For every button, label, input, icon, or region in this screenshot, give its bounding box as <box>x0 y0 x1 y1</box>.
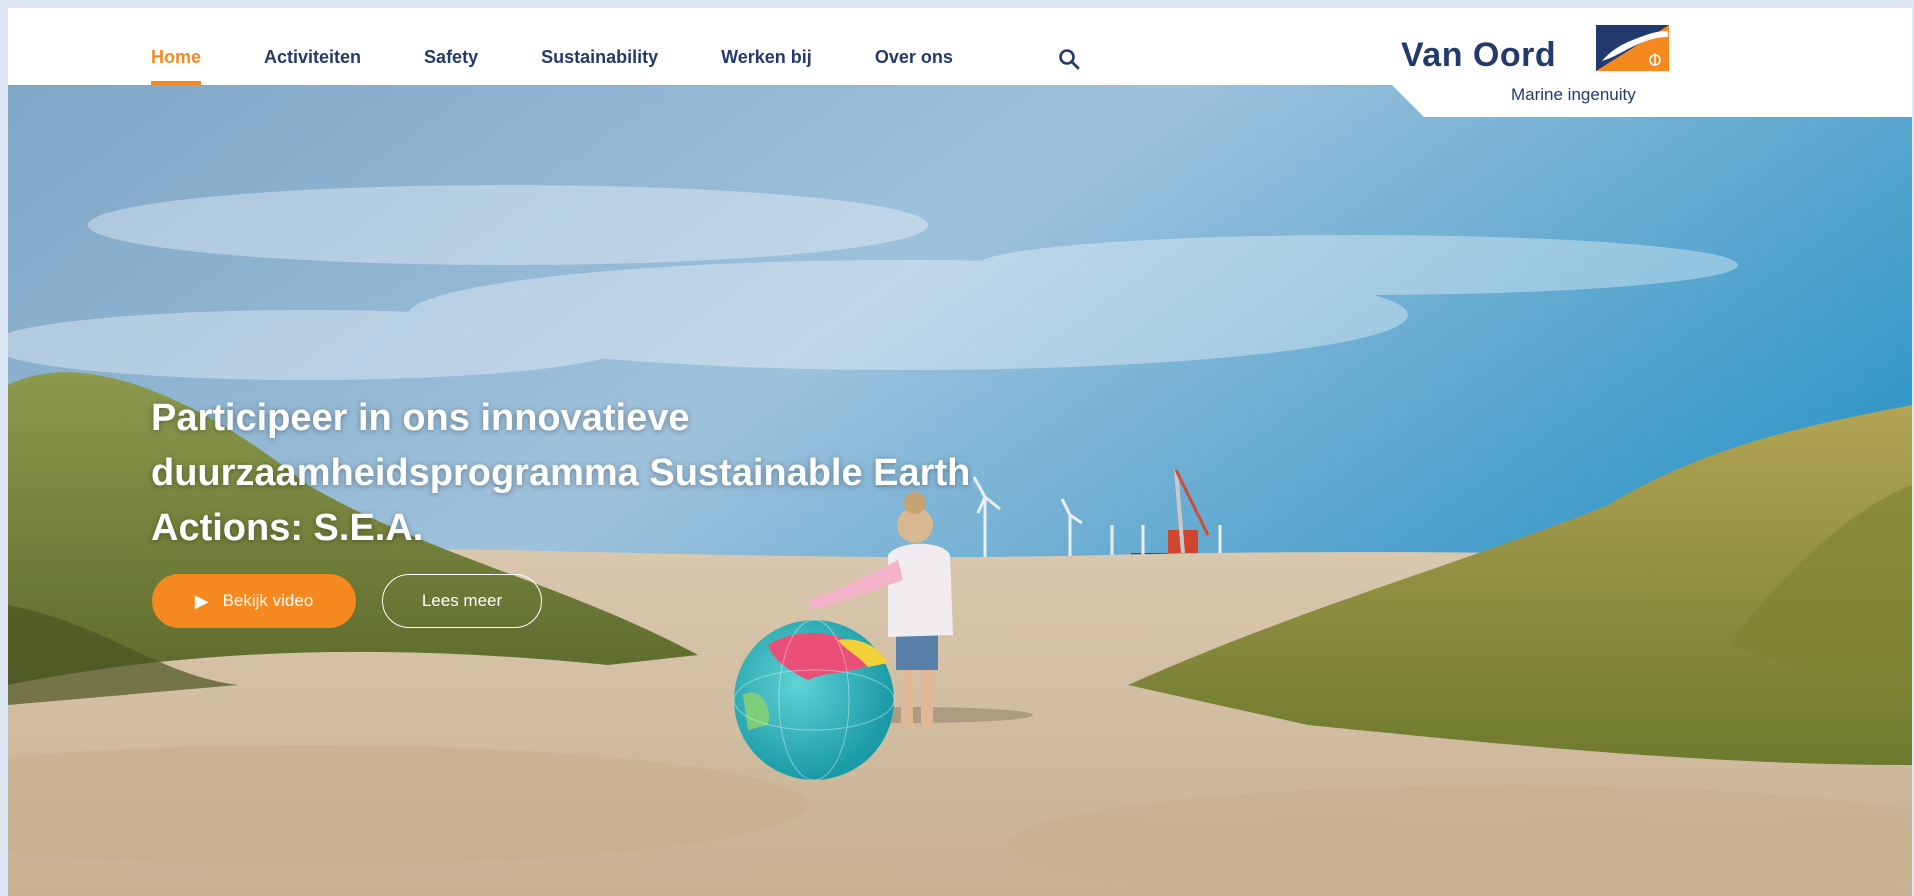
read-more-button[interactable]: Lees meer <box>382 574 542 628</box>
nav-item-sustainability[interactable]: Sustainability <box>541 8 658 85</box>
nav-item-activiteiten[interactable]: Activiteiten <box>264 8 361 85</box>
nav-item-home[interactable]: Home <box>151 8 202 85</box>
hero-title: Participeer in ons innovatieve duurzaamh… <box>151 397 971 549</box>
play-icon: ▶ <box>194 590 209 611</box>
logo-flag-icon <box>1596 25 1669 71</box>
read-more-label: Lees meer <box>421 591 503 610</box>
nav-item-safety[interactable]: Safety <box>424 8 478 85</box>
watch-video-button[interactable]: ▶ Bekijk video <box>152 574 356 628</box>
nav-item-over-ons[interactable]: Over ons <box>875 8 953 85</box>
logo-wordmark: Van Oord <box>1401 36 1557 74</box>
watch-video-label: Bekijk video <box>222 591 314 610</box>
van-oord-logo[interactable]: Van Oord Marine ingenuity <box>1401 16 1671 106</box>
page-frame: Home Activiteiten Safety Sustainability … <box>8 8 1912 896</box>
main-nav: Home Activiteiten Safety Sustainability … <box>151 8 1016 85</box>
logo-tagline: Marine ingenuity <box>1511 85 1636 104</box>
search-icon[interactable] <box>1058 48 1080 70</box>
nav-item-werken-bij[interactable]: Werken bij <box>721 8 812 85</box>
